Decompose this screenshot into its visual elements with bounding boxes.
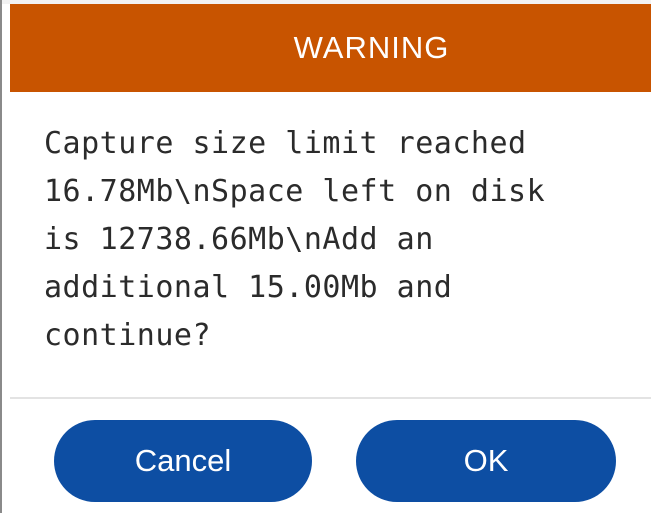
dialog-divider <box>10 397 651 399</box>
dialog-message: Capture size limit reached 16.78Mb\nSpac… <box>44 126 546 353</box>
ok-button[interactable]: OK <box>356 420 616 502</box>
cancel-button[interactable]: Cancel <box>54 420 312 502</box>
dialog-header: WARNING <box>10 4 651 92</box>
warning-dialog: WARNING Capture size limit reached 16.78… <box>0 0 651 513</box>
dialog-title: WARNING <box>293 30 450 65</box>
